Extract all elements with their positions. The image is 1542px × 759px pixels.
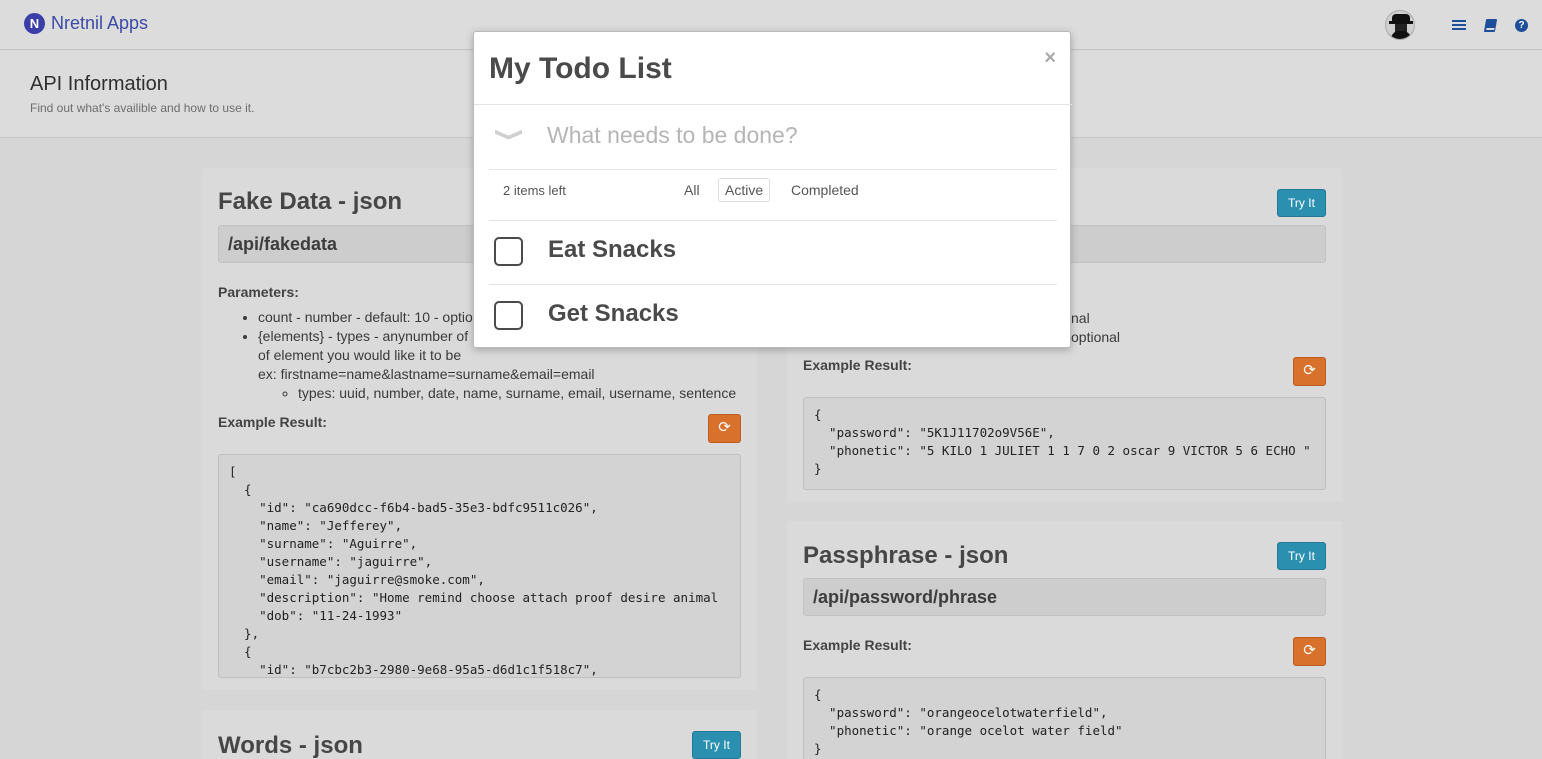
brand-logo-icon: N — [24, 13, 45, 34]
toggle-all-chevron-icon[interactable]: ❯ — [494, 127, 525, 142]
example-result-code: { "password": "orangeocelotwaterfield", … — [803, 677, 1326, 759]
divider — [489, 169, 1057, 170]
try-it-button[interactable]: Try It — [692, 731, 741, 759]
divider — [474, 104, 1072, 105]
endpoint-field[interactable]: /api/password/phrase — [803, 578, 1326, 616]
brand-name: Nretnil Apps — [51, 13, 149, 33]
help-icon[interactable]: ? — [1515, 18, 1528, 32]
items-left-count: 2 items left — [503, 183, 566, 198]
todo-checkbox[interactable] — [494, 301, 523, 330]
param-line-1: nal — [1071, 310, 1090, 326]
example-result-label: Example Result: — [803, 357, 912, 373]
param-elements-line2: of element you would like it to be — [258, 347, 462, 363]
todo-item: Get Snacks — [489, 284, 1057, 347]
book-icon[interactable] — [1483, 18, 1498, 32]
words-panel: Words - json Try It — [202, 710, 757, 759]
todo-checkbox[interactable] — [494, 237, 523, 266]
try-it-button[interactable]: Try It — [1277, 189, 1326, 217]
refresh-button[interactable]: ⟳ — [1293, 637, 1326, 666]
refresh-button[interactable]: ⟳ — [1293, 357, 1326, 386]
panel-title: Passphrase - json — [803, 542, 1009, 569]
refresh-button[interactable]: ⟳ — [708, 414, 741, 443]
filter-completed[interactable]: Completed — [784, 178, 866, 202]
filter-active[interactable]: Active — [718, 178, 771, 202]
page-title: API Information — [30, 73, 168, 95]
panel-title: Words - json — [218, 732, 363, 759]
refresh-icon: ⟳ — [718, 419, 731, 436]
page-subtitle: Find out what's availible and how to use… — [30, 101, 255, 115]
todo-item-text[interactable]: Eat Snacks — [548, 236, 676, 264]
refresh-icon: ⟳ — [1303, 642, 1316, 659]
passphrase-panel: Passphrase - json Try It /api/password/p… — [787, 521, 1342, 759]
nav-right: ? — [1385, 10, 1528, 40]
param-types: types: uuid, number, date, name, surname… — [298, 384, 756, 403]
example-result-code: { "password": "5K1J11702o9V56E", "phonet… — [803, 397, 1326, 490]
example-result-label: Example Result: — [218, 414, 327, 430]
try-it-button[interactable]: Try It — [1277, 542, 1326, 570]
list-icon[interactable] — [1452, 18, 1466, 32]
brand[interactable]: N Nretnil Apps — [24, 13, 148, 34]
example-result-label: Example Result: — [803, 637, 912, 653]
example-result-code: [ { "id": "ca690dcc-f6b4-bad5-35e3-bdfc9… — [218, 454, 741, 678]
new-todo-input[interactable] — [547, 122, 1047, 149]
avatar[interactable] — [1385, 10, 1415, 40]
filter-all[interactable]: All — [677, 178, 707, 202]
refresh-icon: ⟳ — [1303, 362, 1316, 379]
todo-modal: My Todo List × ❯ 2 items left All Active… — [473, 31, 1072, 348]
modal-title: My Todo List — [489, 52, 672, 85]
panel-title: Fake Data - json — [218, 188, 403, 215]
parameters-label: Parameters: — [218, 284, 299, 300]
close-icon[interactable]: × — [1044, 47, 1056, 70]
todo-item-text[interactable]: Get Snacks — [548, 300, 679, 328]
todo-item: Eat Snacks — [489, 220, 1057, 283]
param-line-2: optional — [1071, 329, 1121, 345]
param-elements-line3: ex: firstname=name&lastname=surname&emai… — [258, 366, 595, 382]
